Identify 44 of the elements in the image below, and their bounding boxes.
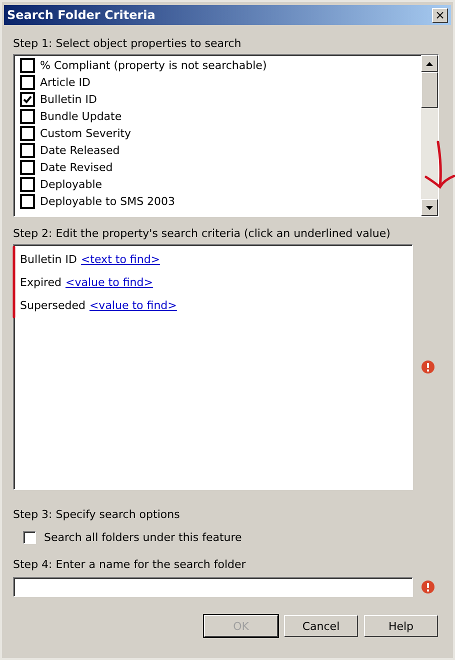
checkbox[interactable] [23,531,36,544]
down-arrow-icon [426,206,433,210]
option-label: Search all folders under this feature [44,531,242,544]
property-name: Deployable [40,178,102,191]
property-name: Date Released [40,144,120,157]
step-label: Step 2: Edit the property's search criteria (click an underlined value) [13,227,392,240]
scroll-down-button[interactable] [421,199,438,216]
scroll-up-button[interactable] [421,55,438,72]
value-link[interactable]: <text to find> [80,253,160,266]
name-field[interactable] [13,577,413,597]
dialog-button[interactable]: Help [364,615,438,637]
property-name: Article ID [40,76,90,89]
criteria-name: Bulletin ID [20,253,77,266]
checkbox[interactable] [20,109,35,124]
error-icon [421,360,435,374]
value-link[interactable]: <value to find> [89,299,177,312]
criteria-name: Superseded [20,299,86,312]
step-label: Step 3: Specify search options [13,508,181,521]
checkbox[interactable] [20,177,35,192]
checkbox[interactable] [20,92,35,107]
property-name: Bundle Update [40,110,122,123]
property-name: Date Revised [40,161,113,174]
property-name: Custom Severity [40,127,132,140]
close-button[interactable]: × [432,8,448,22]
dialog-button[interactable]: Cancel [284,615,358,637]
checkbox[interactable] [20,194,35,209]
property-name: Bulletin ID [40,93,97,106]
error-icon [421,580,435,594]
checkbox[interactable] [20,143,35,158]
criteria-name: Expired [20,276,62,289]
value-link[interactable]: <value to find> [66,276,153,289]
property-name: % Compliant (property is not searchable) [40,59,267,72]
step-label: Step 1: Select object properties to search [13,37,242,50]
up-arrow-icon [426,62,433,66]
checkbox[interactable] [20,58,35,73]
scrollbar[interactable] [421,55,438,216]
checkbox[interactable] [20,160,35,175]
checkbox[interactable] [20,75,35,90]
check-icon [23,95,32,104]
step-label: Step 4: Enter a name for the search folder [13,558,247,571]
property-name: Deployable to SMS 2003 [40,195,176,208]
window-title: Search Folder Criteria [7,8,156,22]
checkbox[interactable] [20,126,35,141]
scroll-thumb[interactable] [421,72,438,108]
